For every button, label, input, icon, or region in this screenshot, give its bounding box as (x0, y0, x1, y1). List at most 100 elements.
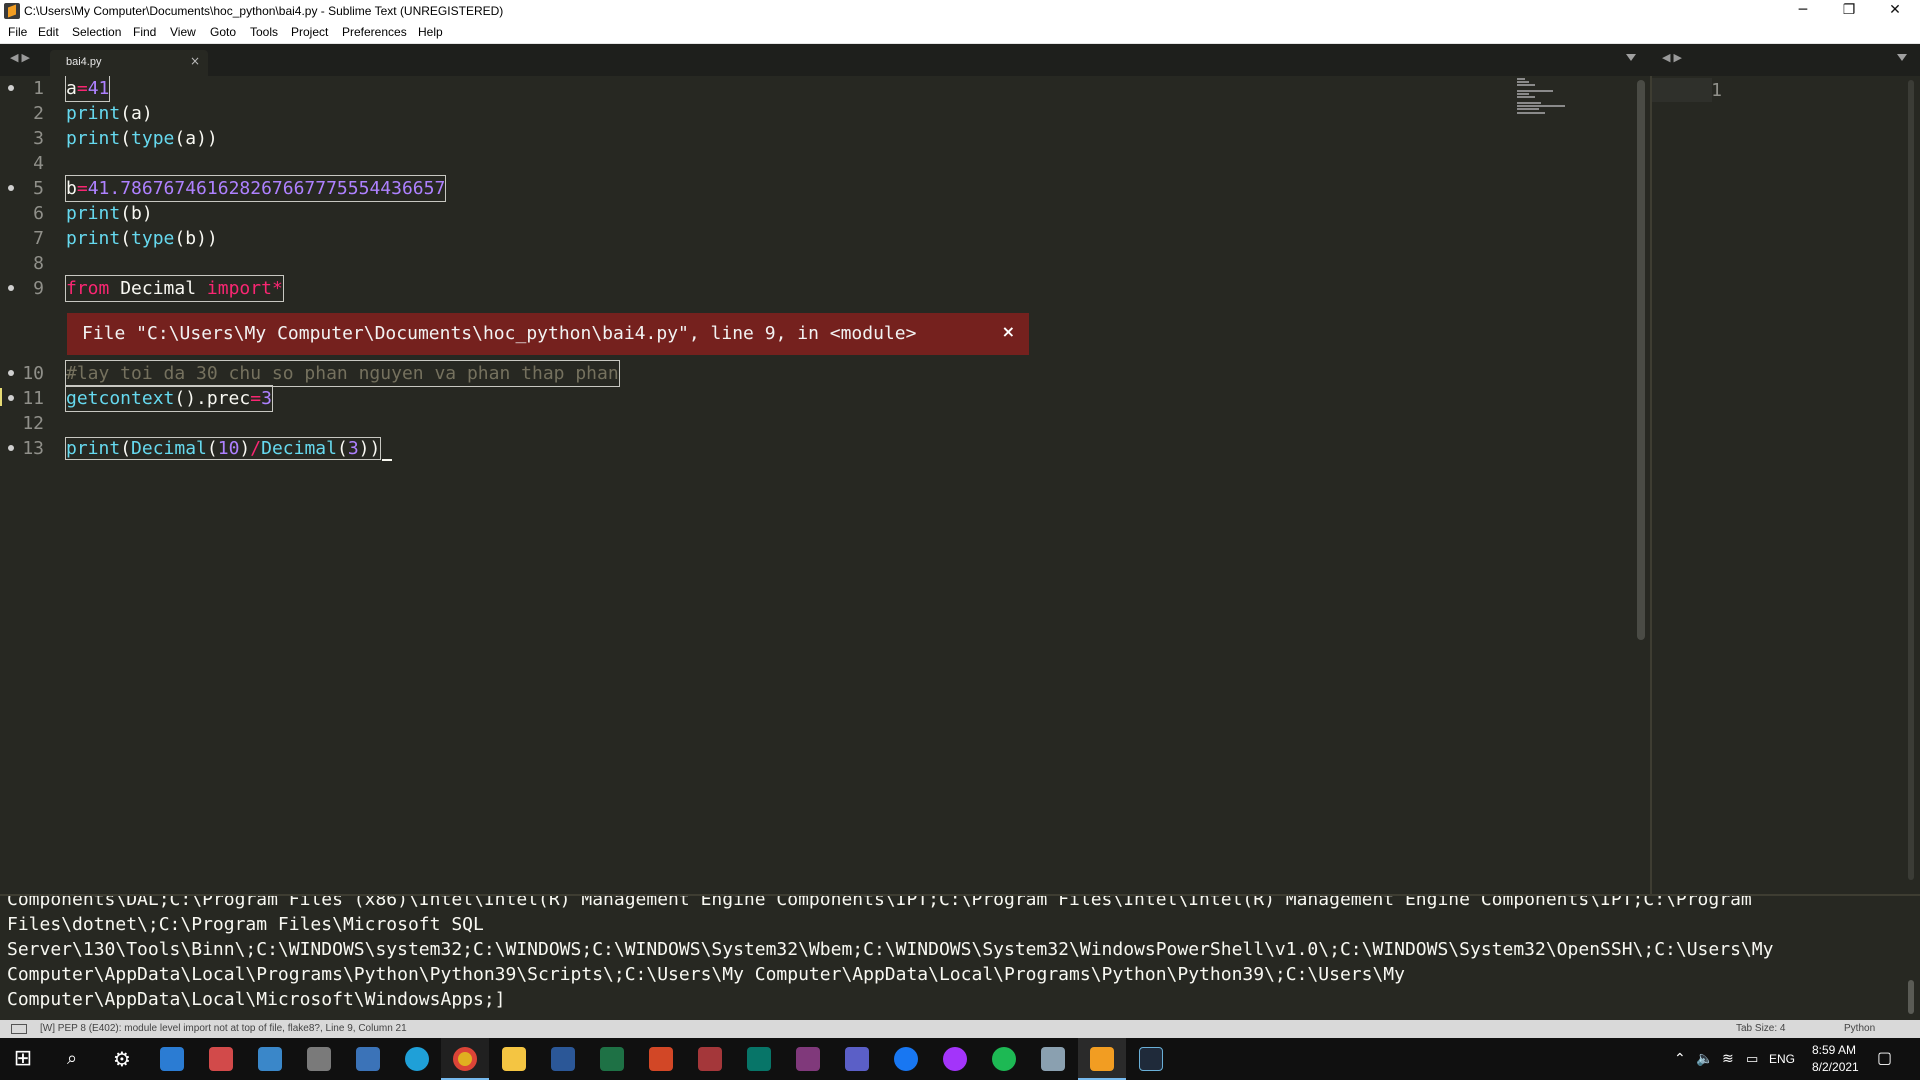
output-line: Server\130\Tools\Binn\;C:\WINDOWS\system… (7, 939, 1774, 960)
lint-message: [W] PEP 8 (E402): module level import no… (40, 1023, 407, 1034)
messenger-icon[interactable] (943, 1047, 967, 1071)
tab-nav-arrows-icon[interactable]: ◀▶ (10, 51, 33, 64)
onenote-icon[interactable] (796, 1047, 820, 1071)
code-line: 3 print(type(a)) (0, 126, 1640, 151)
sublime-text-icon[interactable] (1090, 1047, 1114, 1071)
word-icon[interactable] (551, 1047, 575, 1071)
output-scrollbar[interactable] (1908, 980, 1914, 1014)
code-line: 2 print(a) (0, 101, 1640, 126)
close-button[interactable]: ✕ (1872, 0, 1918, 22)
language-indicator[interactable]: ENG (1769, 1052, 1795, 1066)
code-text[interactable]: print(b) (66, 201, 153, 226)
code-text[interactable]: b=41.786767461628267667775554436657 (64, 175, 447, 202)
tab-label: bai4.py (66, 56, 102, 68)
battery-icon[interactable]: ▭ (1746, 1051, 1758, 1067)
game-icon[interactable] (1041, 1047, 1065, 1071)
menu-preferences[interactable]: Preferences (342, 25, 407, 39)
menu-help[interactable]: Help (418, 25, 443, 39)
spotify-icon[interactable] (992, 1047, 1016, 1071)
error-phantom: File "C:\Users\My Computer\Documents\hoc… (67, 313, 1029, 355)
store-icon[interactable] (160, 1047, 184, 1071)
tab-bar: ◀▶ bai4.py × ◀▶ (0, 44, 1920, 76)
taskbar: ⊞ ⌕ ⚙ ⌃ 🔈 ≋ ▭ ENG 8:59 AM 8/2/2021 ▢ (0, 1038, 1920, 1080)
line-number: 12 (22, 413, 44, 434)
search-icon[interactable]: ⌕ (57, 1044, 87, 1074)
tool-icon[interactable] (209, 1047, 233, 1071)
syntax-indicator[interactable]: Python (1844, 1023, 1875, 1034)
windows-start-icon[interactable]: ⊞ (8, 1044, 38, 1074)
menu-project[interactable]: Project (291, 25, 328, 39)
pane-scrollbar[interactable] (1908, 80, 1914, 880)
output-line: Files\dotnet\;C:\Program Files\Microsoft… (7, 914, 484, 935)
line-number: 2 (33, 103, 44, 124)
photos-icon[interactable] (258, 1047, 282, 1071)
network-icon[interactable] (356, 1047, 380, 1071)
menu-find[interactable]: Find (133, 25, 156, 39)
tab-bai4-py[interactable]: bai4.py × (50, 50, 208, 76)
line-number: 6 (33, 203, 44, 224)
line-number: 5 (33, 178, 44, 199)
code-text[interactable]: print(a) (66, 101, 153, 126)
editor-scrollbar[interactable] (1637, 80, 1645, 640)
menu-tools[interactable]: Tools (250, 25, 278, 39)
nox-icon[interactable] (1139, 1047, 1163, 1071)
code-line: 7 print(type(b)) (0, 226, 1640, 251)
minimap[interactable] (1515, 76, 1635, 116)
tab-dropdown-icon[interactable] (1626, 54, 1636, 61)
line-number: 11 (22, 388, 44, 409)
text-cursor (382, 459, 393, 461)
output-line: Computer\AppData\Local\Programs\Python\P… (7, 964, 1405, 985)
scanner-icon[interactable] (307, 1047, 331, 1071)
code-text[interactable]: print(Decimal(10)/Decimal(3)) (64, 436, 393, 461)
second-editor-pane[interactable]: 1 (1652, 76, 1920, 894)
settings-icon[interactable]: ⚙ (107, 1044, 137, 1074)
menu-goto[interactable]: Goto (210, 25, 236, 39)
explorer-icon[interactable] (502, 1047, 526, 1071)
maximize-button[interactable]: ❐ (1826, 0, 1872, 22)
code-comment[interactable]: #lay toi da 30 chu so phan nguyen va pha… (65, 360, 620, 387)
minimize-button[interactable]: ─ (1780, 0, 1826, 22)
edge-icon[interactable] (405, 1047, 429, 1071)
clock-date[interactable]: 8/2/2021 (1812, 1060, 1859, 1074)
clock-time[interactable]: 8:59 AM (1812, 1043, 1856, 1057)
menu-bar: File Edit Selection Find View Goto Tools… (0, 22, 1920, 44)
tab-close-icon[interactable]: × (190, 54, 200, 68)
code-text[interactable]: print(type(b)) (66, 226, 218, 251)
chevron-up-icon[interactable]: ⌃ (1674, 1050, 1686, 1067)
pane-dropdown-icon[interactable] (1897, 54, 1907, 61)
line-number: 3 (33, 128, 44, 149)
panel-toggle-icon[interactable] (11, 1024, 27, 1034)
error-close-icon[interactable]: × (1002, 322, 1015, 341)
teams-icon[interactable] (845, 1047, 869, 1071)
menu-selection[interactable]: Selection (72, 25, 121, 39)
tab-size-indicator[interactable]: Tab Size: 4 (1736, 1023, 1785, 1034)
code-line: 9 from Decimal import* (0, 275, 1640, 302)
code-text[interactable]: from Decimal import* (65, 275, 284, 302)
menu-file[interactable]: File (8, 25, 27, 39)
code-line: 10 #lay toi da 30 chu so phan nguyen va … (0, 360, 1640, 387)
notifications-icon[interactable]: ▢ (1877, 1048, 1892, 1068)
line-number: 1 (1711, 80, 1722, 101)
code-line: 8 (0, 251, 1640, 276)
line-number: 13 (22, 438, 44, 459)
status-bar: [W] PEP 8 (E402): module level import no… (0, 1020, 1920, 1038)
code-text[interactable]: print(type(a)) (66, 126, 218, 151)
line-number: 9 (33, 278, 44, 299)
powerpoint-icon[interactable] (649, 1047, 673, 1071)
git-change-marker (0, 388, 2, 406)
build-output-panel[interactable]: Components\DAL;C:\Program Files (x86)\In… (0, 894, 1920, 1020)
facebook-icon[interactable] (894, 1047, 918, 1071)
excel-icon[interactable] (600, 1047, 624, 1071)
chrome-icon[interactable] (453, 1047, 477, 1071)
menu-view[interactable]: View (170, 25, 196, 39)
code-text[interactable]: getcontext().prec=3 (65, 385, 273, 412)
code-editor[interactable]: 1 a=41 2 print(a) 3 print(type(a)) 4 5 b… (0, 76, 1650, 894)
menu-edit[interactable]: Edit (38, 25, 59, 39)
code-text[interactable]: a=41 (64, 76, 111, 102)
wifi-icon[interactable]: ≋ (1722, 1050, 1734, 1067)
pane-nav-arrows-icon[interactable]: ◀▶ (1662, 51, 1685, 64)
publisher-icon[interactable] (747, 1047, 771, 1071)
volume-icon[interactable]: 🔈 (1696, 1050, 1713, 1067)
access-icon[interactable] (698, 1047, 722, 1071)
code-line: 6 print(b) (0, 201, 1640, 226)
